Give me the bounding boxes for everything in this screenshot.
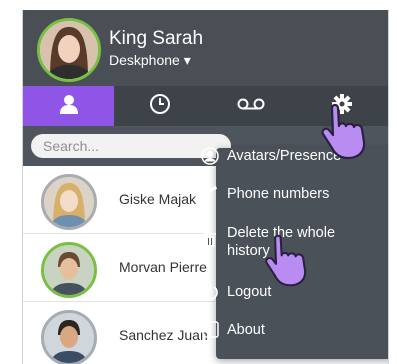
menu-item-about[interactable]: About [193,321,371,339]
menu-item-label: Phone numbers [227,186,330,202]
trash-icon [193,224,227,247]
power-icon [193,283,227,300]
contact-name: Giske Majak [119,191,197,207]
tab-voicemail[interactable] [206,86,297,126]
menu-item-label: About [227,322,265,338]
device-selector[interactable]: Deskphone ▾ [109,52,191,69]
tab-history[interactable] [114,86,205,126]
person-icon [59,94,79,119]
pointer-hand-icon [321,103,366,160]
menu-item-phone-numbers[interactable]: Phone numbers [193,185,371,203]
user-avatar[interactable] [37,18,101,82]
user-header: King Sarah Deskphone ▾ [23,10,388,86]
info-icon [193,321,227,338]
pointer-hand-icon [265,234,307,287]
tab-contacts[interactable] [23,86,115,126]
phone-icon [193,185,227,201]
avatar [41,310,97,364]
avatar-circle-icon [193,147,227,165]
user-name: King Sarah [109,28,204,49]
avatar [41,242,97,298]
clock-icon [149,93,171,120]
avatar [41,174,97,230]
voicemail-icon [237,97,265,116]
